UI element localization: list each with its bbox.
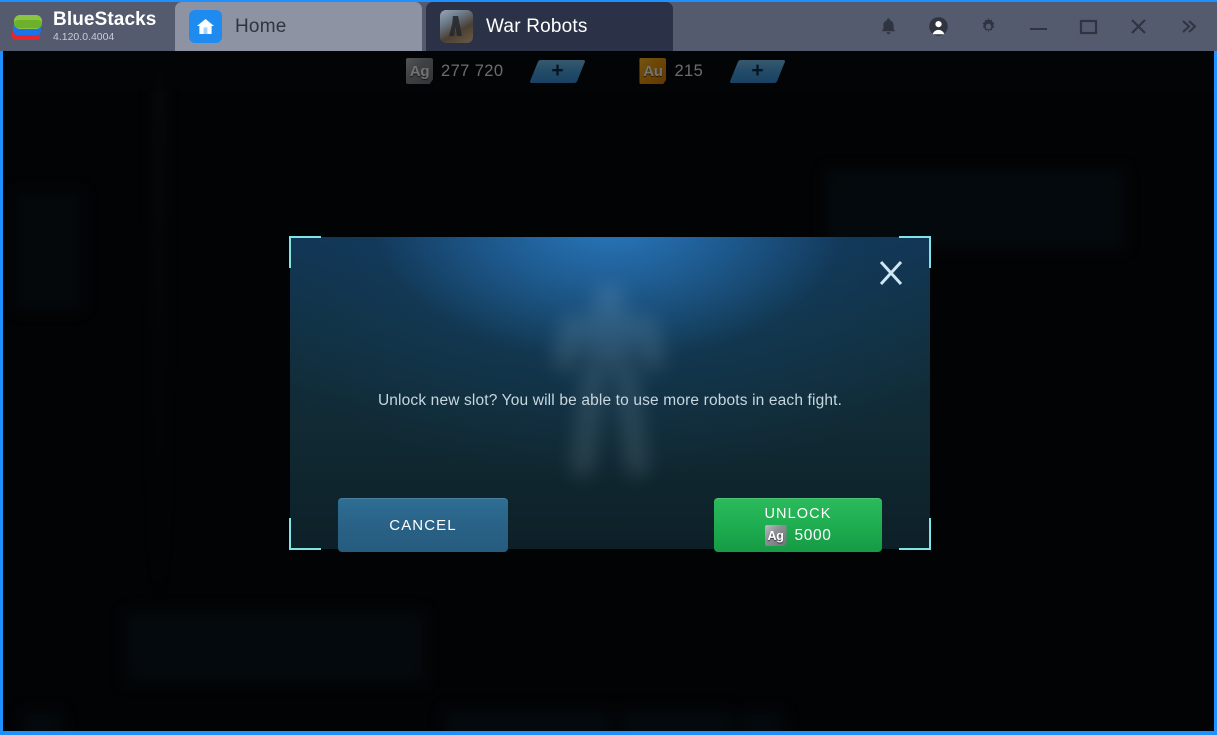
tab-war-robots[interactable]: War Robots bbox=[426, 2, 673, 51]
window-controls bbox=[863, 2, 1217, 51]
unlock-price: Ag 5000 bbox=[764, 525, 832, 546]
maximize-icon[interactable] bbox=[1063, 2, 1113, 51]
dialog-message: Unlock new slot? You will be able to use… bbox=[377, 392, 843, 409]
tab-home[interactable]: Home bbox=[175, 2, 422, 51]
home-icon bbox=[189, 10, 222, 43]
game-thumbnail bbox=[440, 10, 473, 43]
bluestacks-window: BlueStacks 4.120.0.4004 Home War Robots bbox=[0, 0, 1217, 735]
price-silver-badge-icon: Ag bbox=[764, 525, 787, 546]
title-bar: BlueStacks 4.120.0.4004 Home War Robots bbox=[0, 0, 1217, 51]
tab-home-label: Home bbox=[235, 15, 287, 37]
close-icon[interactable] bbox=[1113, 2, 1163, 51]
bluestacks-logo-icon bbox=[10, 12, 44, 42]
price-amount: 5000 bbox=[794, 526, 832, 544]
unlock-button-label: UNLOCK bbox=[764, 506, 832, 522]
cancel-button-label: CANCEL bbox=[389, 516, 457, 534]
gear-icon[interactable] bbox=[963, 2, 1013, 51]
bluestacks-brand: BlueStacks 4.120.0.4004 bbox=[0, 2, 175, 51]
unlock-button[interactable]: UNLOCK Ag 5000 bbox=[714, 498, 882, 552]
titlebar-spacer bbox=[673, 2, 863, 51]
unlock-slot-dialog: Unlock new slot? You will be able to use… bbox=[289, 236, 931, 552]
corner-bracket-top-left bbox=[289, 236, 321, 268]
cancel-button[interactable]: CANCEL bbox=[338, 498, 508, 552]
account-icon[interactable] bbox=[913, 2, 963, 51]
brand-name: BlueStacks bbox=[53, 9, 157, 31]
tab-war-robots-label: War Robots bbox=[486, 15, 588, 37]
more-icon[interactable] bbox=[1163, 2, 1213, 51]
brand-version: 4.120.0.4004 bbox=[53, 31, 115, 44]
dialog-close-icon[interactable] bbox=[872, 254, 910, 292]
notifications-icon[interactable] bbox=[863, 2, 913, 51]
minimize-icon[interactable] bbox=[1013, 2, 1063, 51]
dialog-button-row: CANCEL UNLOCK Ag 5000 bbox=[290, 498, 930, 552]
tab-strip: Home War Robots bbox=[175, 2, 673, 51]
game-viewport: Ag 277 720 + Au 215 + bbox=[0, 51, 1217, 735]
